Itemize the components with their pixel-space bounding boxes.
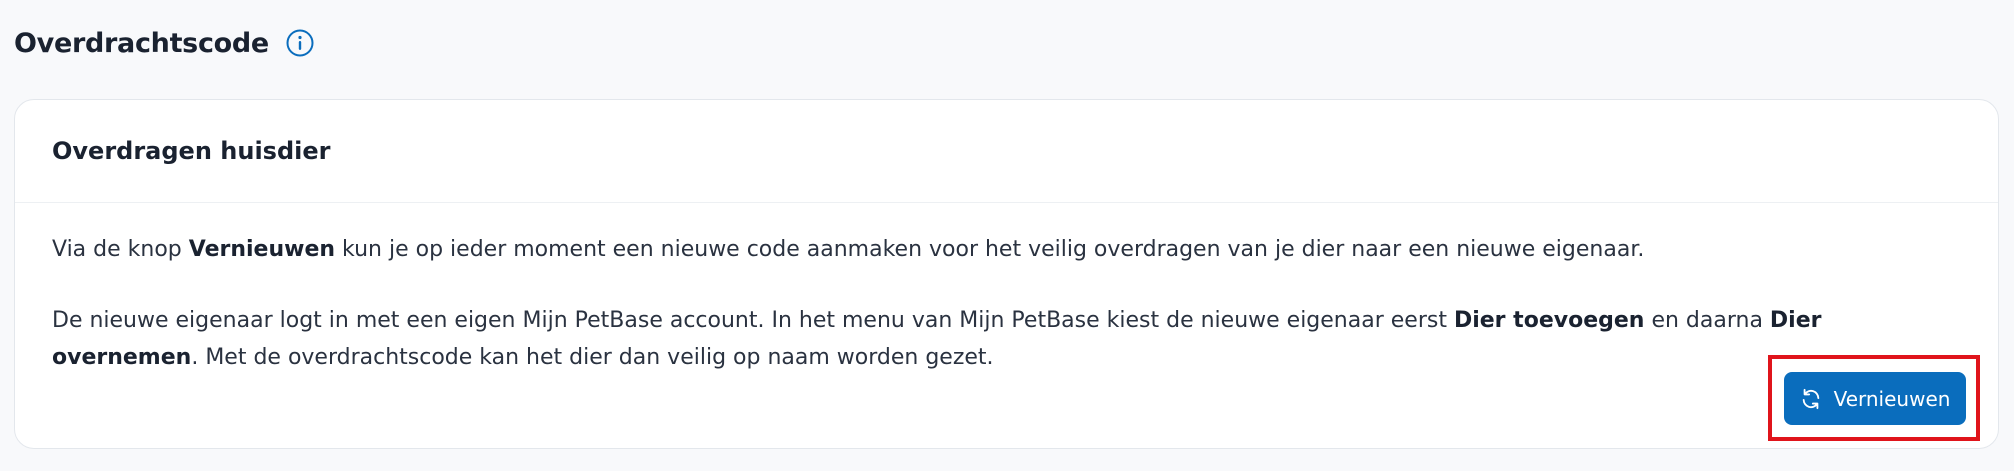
paragraph-text: De nieuwe eigenaar logt in met een eigen… <box>52 308 1454 333</box>
bold-text-dier-toevoegen: Dier toevoegen <box>1453 308 1645 333</box>
info-icon[interactable] <box>285 28 315 58</box>
card-body: Via de knop Vernieuwen kun je op ieder m… <box>15 203 1998 376</box>
paragraph-text: Via de knop <box>52 237 189 262</box>
paragraph-text: kun je op ieder moment een nieuwe code a… <box>335 237 1645 262</box>
bold-text-vernieuwen: Vernieuwen <box>188 237 336 262</box>
section-header: Overdrachtscode <box>14 20 315 66</box>
card-header: Overdragen huisdier <box>15 100 1998 203</box>
refresh-button-label: Vernieuwen <box>1833 386 1951 411</box>
card-title: Overdragen huisdier <box>52 137 331 165</box>
refresh-code-button[interactable]: Vernieuwen <box>1784 372 1966 425</box>
refresh-icon <box>1800 388 1822 410</box>
paragraph-text: . Met de overdrachtscode kan het dier da… <box>191 345 994 370</box>
transfer-card: Overdragen huisdier Via de knop Vernieuw… <box>14 99 1999 449</box>
section-title: Overdrachtscode <box>14 27 269 59</box>
instruction-paragraph-1: Via de knop Vernieuwen kun je op ieder m… <box>52 231 1961 268</box>
paragraph-text: en daarna <box>1644 308 1770 333</box>
instruction-paragraph-2: De nieuwe eigenaar logt in met een eigen… <box>52 302 1961 376</box>
